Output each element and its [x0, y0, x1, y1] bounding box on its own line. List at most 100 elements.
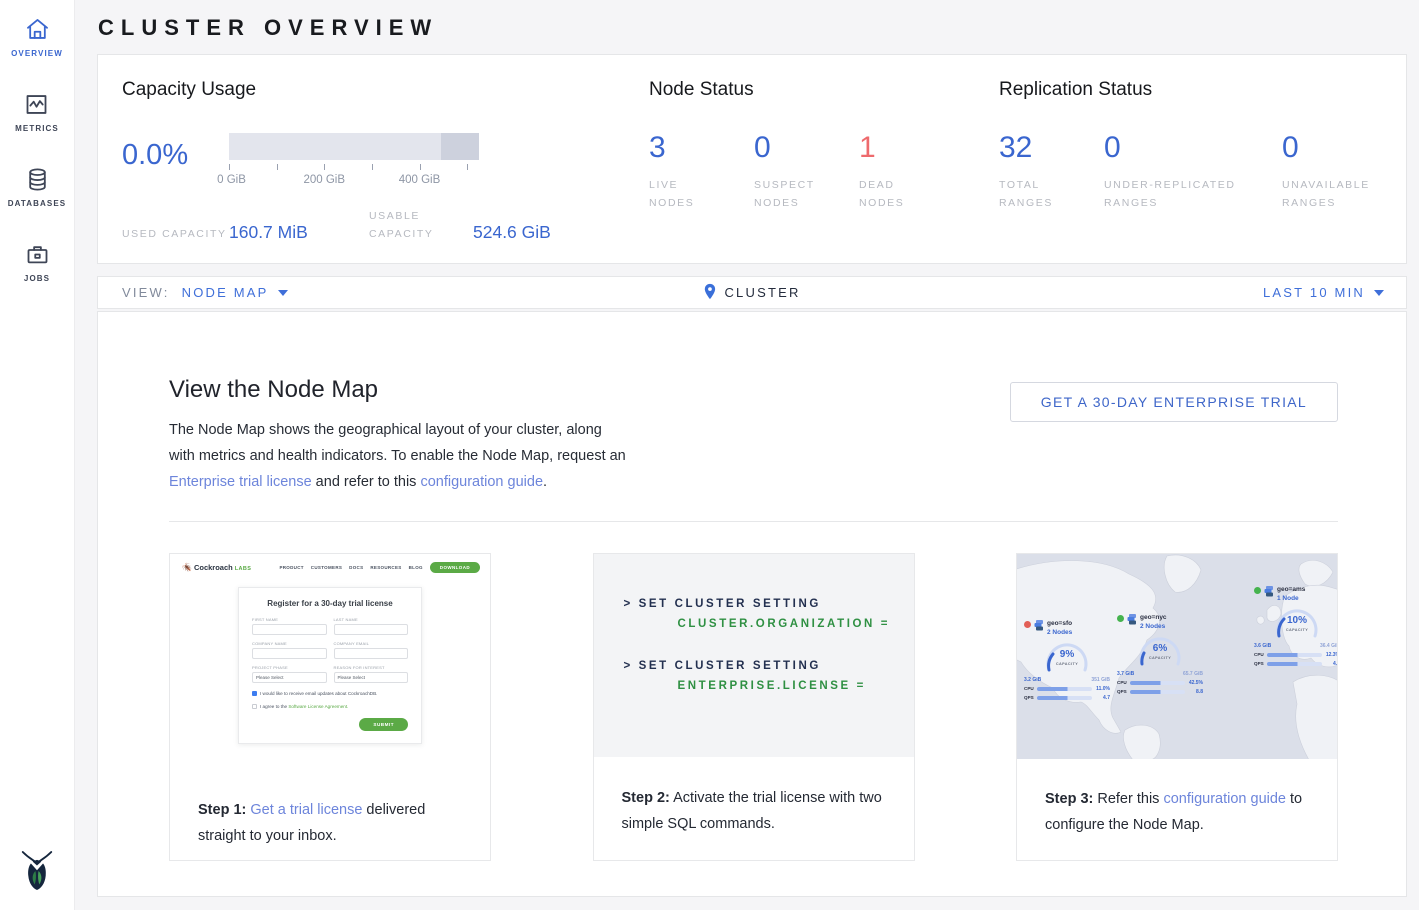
replication-status-section: Replication Status 32 TOTAL RANGES 0 UND… [999, 79, 1399, 213]
sidebar: OVERVIEW METRICS DATABASES [0, 0, 75, 910]
capacity-gauge: 6% CAPACITY [1134, 633, 1186, 669]
unavailable-ranges-value: 0 [1282, 131, 1397, 165]
qps-bar [1037, 696, 1092, 700]
used-capacity-value: 160.7 MiB [229, 222, 369, 244]
main-content: CLUSTER OVERVIEW Capacity Usage 0.0% 0 G… [75, 0, 1419, 909]
get-trial-license-link[interactable]: Get a trial license [250, 802, 362, 818]
qps-value: 4.7 [1095, 695, 1110, 701]
usable-capacity-value: 524.6 GiB [473, 222, 551, 244]
field-label: REASON FOR INTEREST [334, 665, 409, 670]
sql-code: ENTERPRISE.LICENSE = [678, 680, 914, 692]
step-3-card: geo=sfo2 Nodes 9% CAPACITY 3.2 GiB351 Gi… [1016, 553, 1338, 861]
nav-item: RESOURCES [370, 565, 401, 570]
nav-item: DOCS [349, 565, 363, 570]
node-stack-icon [1034, 620, 1044, 631]
live-nodes-value: 3 [649, 131, 754, 165]
suspect-nodes-value: 0 [754, 131, 859, 165]
enterprise-trial-button[interactable]: GET A 30-DAY ENTERPRISE TRIAL [1010, 382, 1338, 422]
checkbox-label: I would like to receive email updates ab… [260, 691, 377, 696]
node-widget-nyc: geo=nyc2 Nodes 6% CAPACITY 3.7 GiB65.7 G… [1117, 614, 1203, 695]
logo-text: Cockroach [194, 563, 233, 572]
view-bar: VIEW: NODE MAP CLUSTER LAST 10 MIN [97, 276, 1407, 309]
node-count: 2 Nodes [1140, 623, 1167, 630]
time-range-dropdown[interactable]: LAST 10 MIN [1263, 285, 1384, 300]
capacity-axis-labels: 0 GiB 200 GiB 400 GiB [229, 174, 479, 188]
qps-value: 4.4 [1325, 661, 1337, 667]
site-nav: PRODUCT CUSTOMERS DOCS RESOURCES BLOG DO… [279, 562, 480, 573]
checkbox-checked [252, 691, 257, 696]
sidebar-item-label: DATABASES [8, 199, 67, 208]
form-title: Register for a 30-day trial license [252, 599, 408, 608]
select-input: Please Select [252, 672, 327, 683]
trial-registration-screenshot: 🪳 Cockroach LABS PRODUCT CUSTOMERS DOCS … [170, 554, 490, 784]
description-text: The Node Map shows the geographical layo… [169, 422, 626, 464]
node-map-preview-image: geo=sfo2 Nodes 9% CAPACITY 3.2 GiB351 Gi… [1017, 554, 1337, 759]
view-selected-value: NODE MAP [182, 285, 269, 300]
cpu-bar [1130, 681, 1185, 685]
sql-code: CLUSTER.ORGANIZATION = [678, 618, 914, 630]
capacity-gauge: 10% CAPACITY [1271, 605, 1323, 641]
briefcase-icon [24, 241, 51, 268]
field-label: COMPANY EMAIL [334, 641, 409, 646]
node-stack-icon [1127, 614, 1137, 625]
enterprise-trial-license-link[interactable]: Enterprise trial license [169, 474, 312, 490]
sql-prompt: > SET CLUSTER SETTING [624, 660, 914, 672]
description-text: . [543, 474, 547, 490]
field-label: LAST NAME [334, 617, 409, 622]
qps-bar [1267, 662, 1322, 666]
capacity-axis-ticks [229, 164, 479, 172]
sidebar-item-label: JOBS [24, 274, 50, 283]
node-widget-sfo: geo=sfo2 Nodes 9% CAPACITY 3.2 GiB351 Gi… [1024, 620, 1110, 701]
node-count: 2 Nodes [1047, 629, 1072, 636]
cpu-label: CPU [1254, 652, 1264, 657]
capacity-usage-section: Capacity Usage 0.0% 0 GiB 200 GiB 400 Gi… [122, 79, 592, 244]
field-label: FIRST NAME [252, 617, 327, 622]
total-ranges-value: 32 [999, 131, 1104, 165]
capacity-label: CAPACITY [1041, 662, 1093, 666]
license-agreement-link: Software License Agreement. [288, 704, 348, 709]
capacity-percent: 9% [1041, 649, 1093, 660]
description-text: and refer to this [312, 474, 421, 490]
node-status-dead-icon [1024, 621, 1031, 628]
metrics-icon [23, 91, 50, 118]
capacity-used: 3.6 GiB [1254, 643, 1271, 649]
capacity-percent: 6% [1134, 643, 1186, 654]
configuration-guide-link[interactable]: configuration guide [1163, 791, 1286, 807]
unavailable-ranges-label: UNAVAILABLE RANGES [1282, 177, 1397, 213]
download-button: DOWNLOAD [430, 562, 480, 573]
node-status-live-icon [1117, 615, 1124, 622]
time-range-value: LAST 10 MIN [1263, 285, 1365, 300]
qps-label: QPS [1254, 661, 1264, 666]
sql-commands-snippet: > SET CLUSTER SETTING CLUSTER.ORGANIZATI… [594, 554, 914, 757]
logo-suffix: LABS [235, 566, 252, 572]
sidebar-item-overview[interactable]: OVERVIEW [11, 16, 63, 58]
under-replicated-ranges-value: 0 [1104, 131, 1282, 165]
step-label: Step 1: [198, 802, 246, 818]
axis-label: 400 GiB [399, 174, 441, 186]
sidebar-item-metrics[interactable]: METRICS [15, 91, 59, 133]
configuration-guide-link[interactable]: configuration guide [420, 474, 543, 490]
suspect-nodes-label: SUSPECT NODES [754, 177, 834, 213]
nav-item: BLOG [409, 565, 423, 570]
capacity-percent: 10% [1271, 615, 1323, 626]
cpu-label: CPU [1117, 680, 1127, 685]
text-input [334, 648, 409, 659]
view-selector-dropdown[interactable]: NODE MAP [182, 285, 288, 300]
node-status-live-icon [1254, 587, 1261, 594]
node-map-description: The Node Map shows the geographical layo… [169, 417, 629, 495]
step-label: Step 2: [622, 790, 670, 806]
sidebar-item-databases[interactable]: DATABASES [8, 166, 67, 208]
step-1-card: 🪳 Cockroach LABS PRODUCT CUSTOMERS DOCS … [169, 553, 491, 861]
cpu-label: CPU [1024, 686, 1034, 691]
sidebar-item-jobs[interactable]: JOBS [24, 241, 51, 283]
node-map-panel: View the Node Map The Node Map shows the… [97, 311, 1407, 897]
used-capacity-label: USED CAPACITY [122, 226, 229, 244]
map-pin-icon [703, 283, 716, 303]
locality-name: geo=sfo [1047, 620, 1072, 629]
cockroach-labs-logo: 🪳 Cockroach LABS [182, 563, 251, 572]
sidebar-item-label: OVERVIEW [11, 49, 63, 58]
capacity-used: 3.2 GiB [1024, 677, 1041, 683]
page-title: CLUSTER OVERVIEW [97, 0, 1407, 54]
cockroachdb-logo [18, 849, 56, 898]
trial-registration-form: Register for a 30-day trial license FIRS… [238, 587, 422, 744]
